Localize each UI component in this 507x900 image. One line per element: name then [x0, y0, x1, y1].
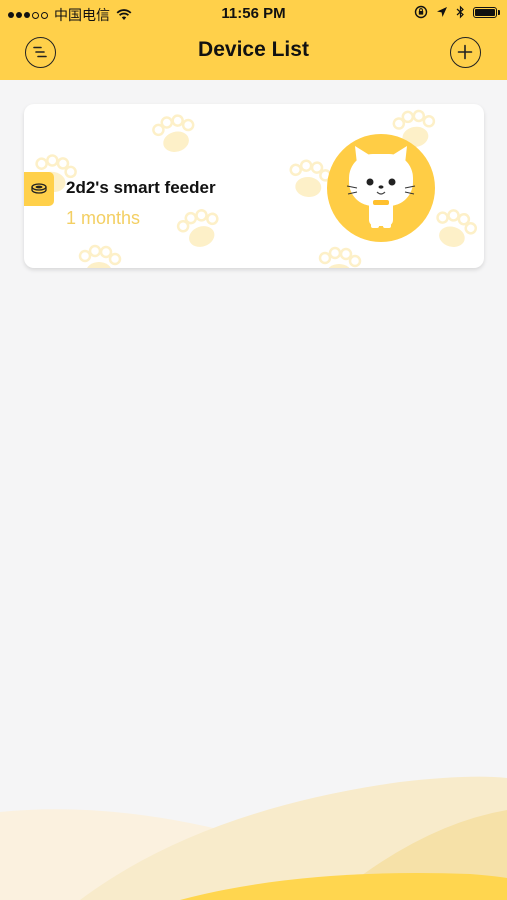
cat-avatar-icon	[346, 146, 416, 228]
bottom-wave-decoration	[0, 776, 507, 900]
device-card[interactable]: 2d2's smart feeder 1 months	[24, 104, 484, 268]
orientation-lock-icon	[414, 5, 428, 19]
pet-avatar	[327, 134, 435, 242]
feeder-bowl-icon	[31, 183, 47, 194]
location-arrow-icon	[437, 7, 447, 17]
plus-icon	[457, 44, 473, 60]
device-age: 1 months	[66, 208, 141, 228]
add-device-button[interactable]	[450, 37, 481, 68]
bluetooth-icon	[456, 5, 464, 19]
status-right	[414, 5, 500, 19]
page-title: Device List	[198, 38, 309, 61]
status-bar: 中国电信 11:56 PM	[0, 0, 507, 28]
device-name: 2d2's smart feeder	[66, 178, 216, 197]
app-header: 中国电信 11:56 PM Device List	[0, 0, 507, 80]
battery-icon	[473, 6, 500, 18]
device-type-badge	[24, 172, 54, 206]
